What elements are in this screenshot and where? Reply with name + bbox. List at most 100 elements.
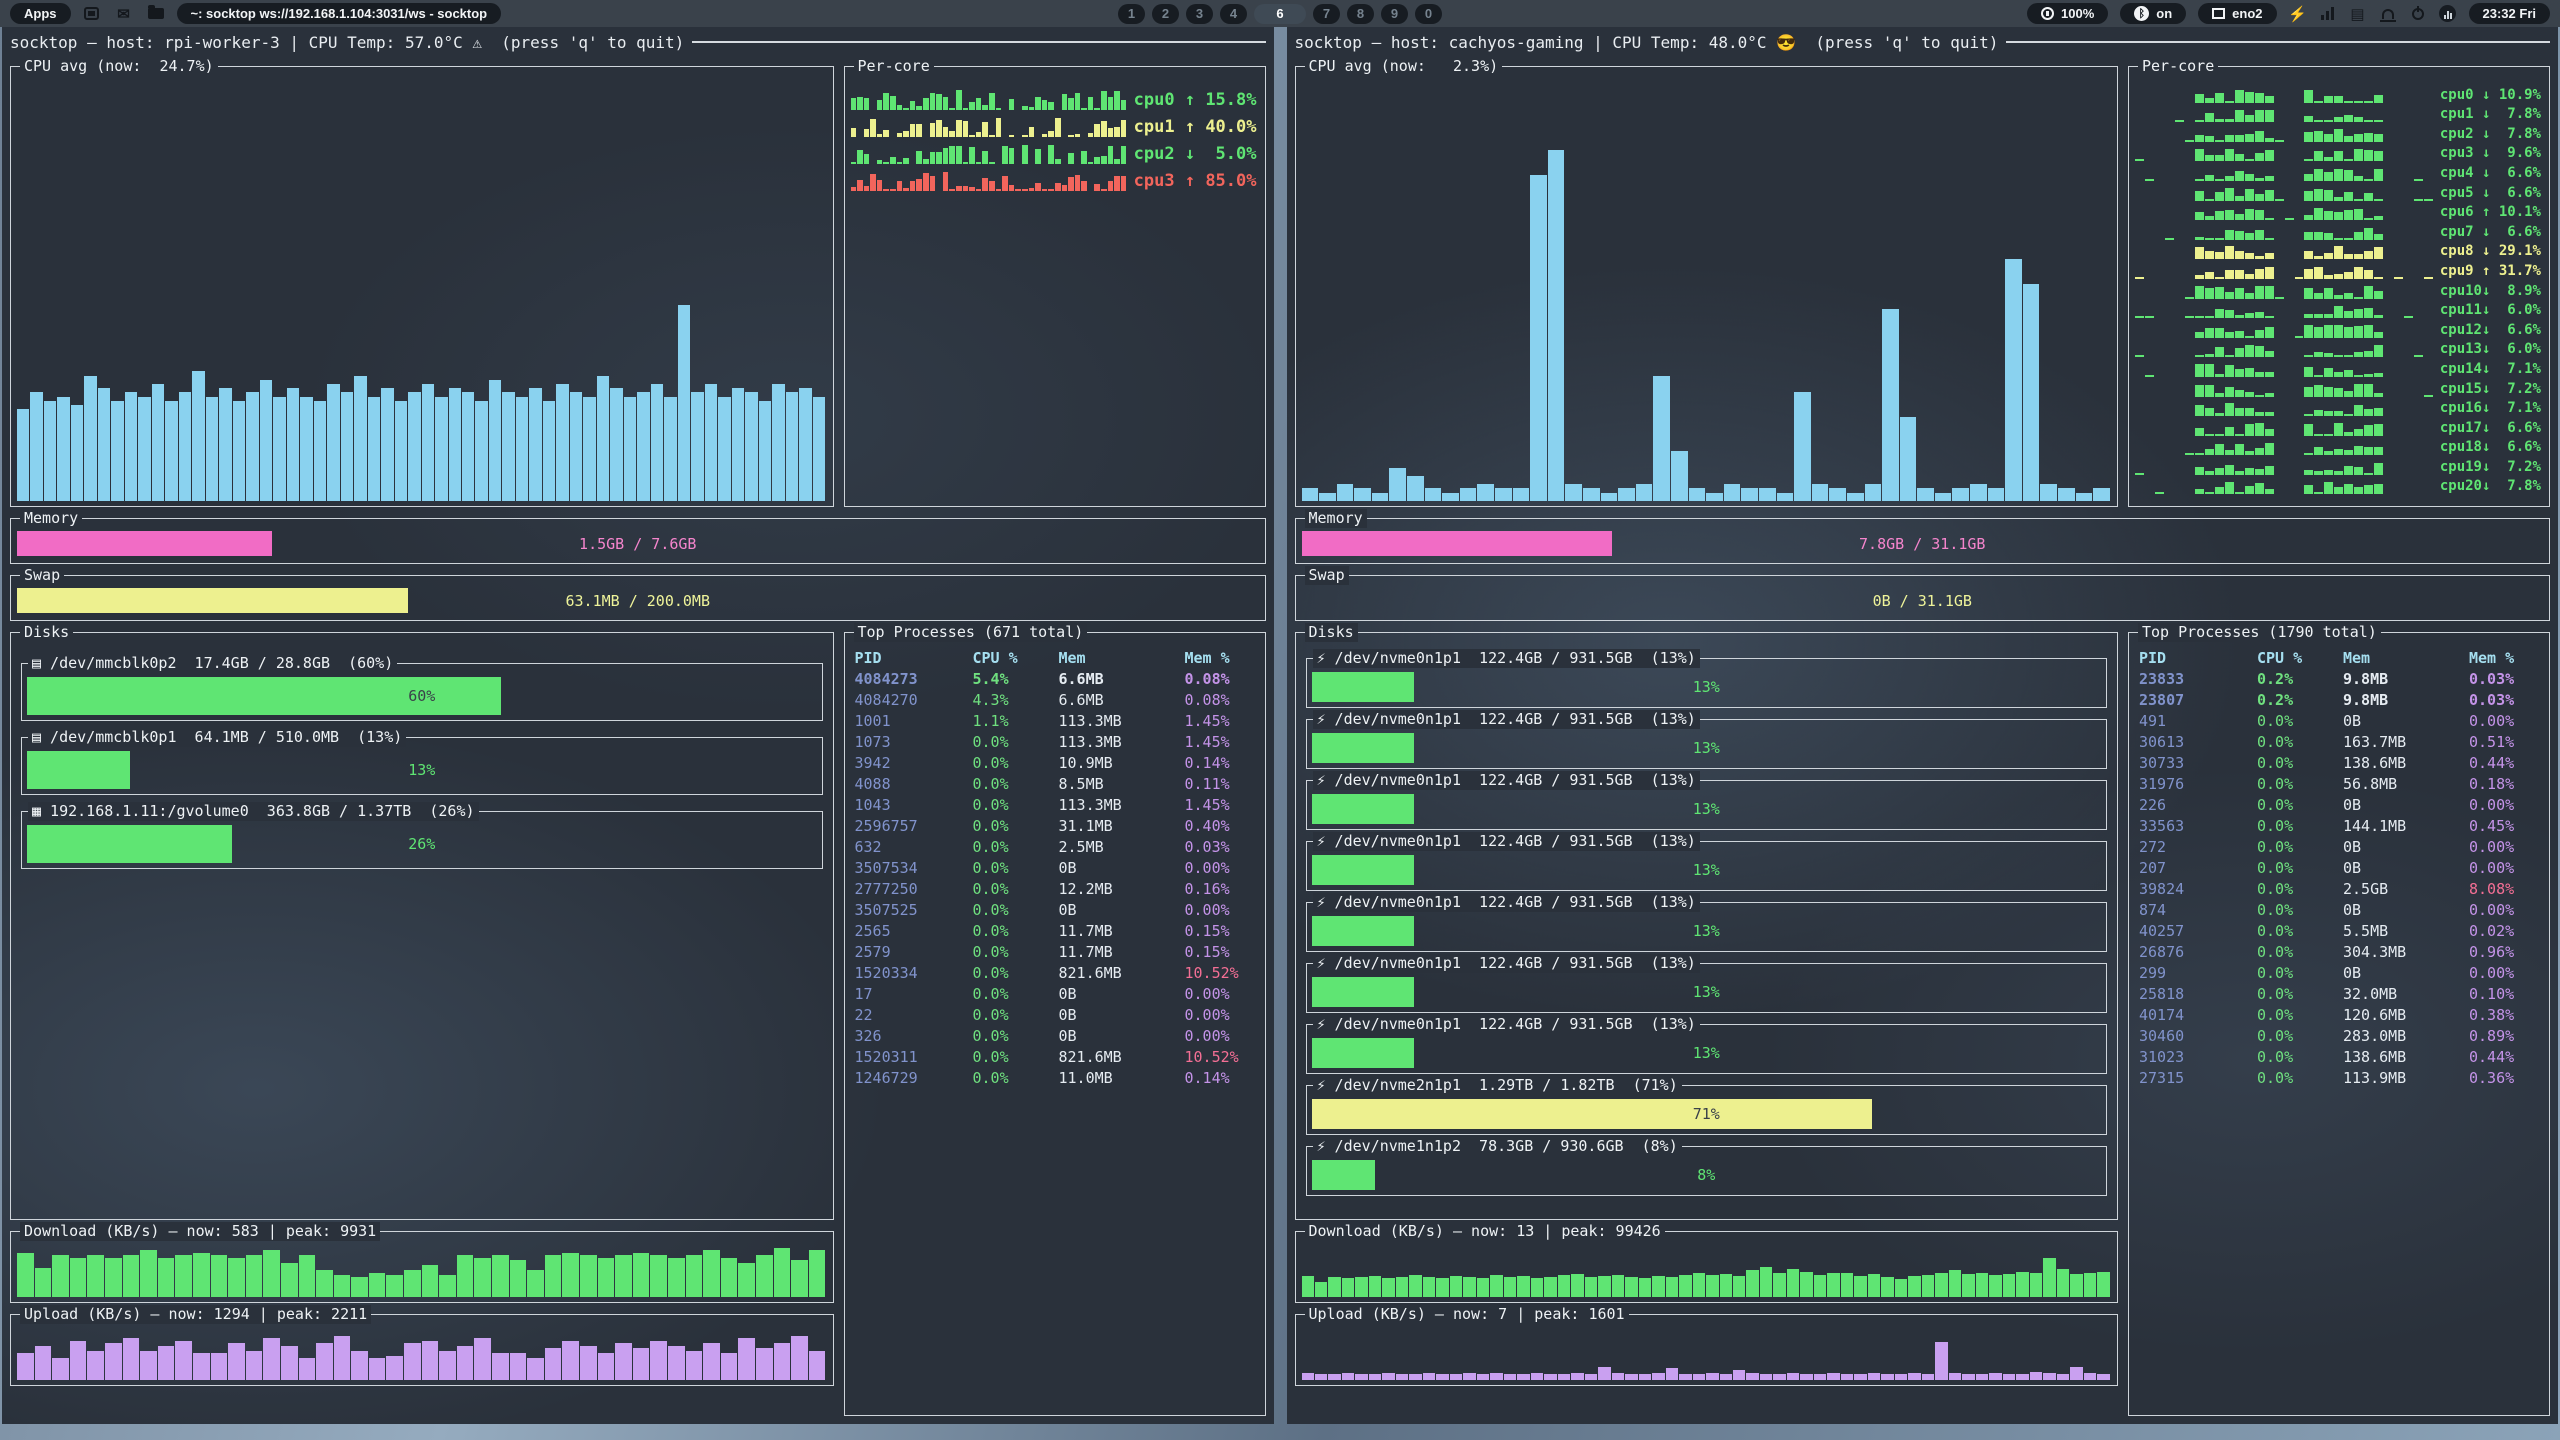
disk-usage-meter: 71% xyxy=(1312,1099,2102,1129)
chart-bar xyxy=(368,397,380,502)
volume-indicator[interactable]: 100% xyxy=(2027,3,2108,24)
terminal-left[interactable]: socktop — host: rpi-worker-3 | CPU Temp:… xyxy=(2,27,1274,1424)
chart-bar xyxy=(1989,1275,2001,1297)
network-indicator[interactable]: eno2 xyxy=(2198,3,2276,24)
disk-usage-percent: 71% xyxy=(1312,1099,2102,1129)
chart-bar xyxy=(772,384,784,501)
column-header: Mem % xyxy=(1185,649,1259,667)
chart-bar xyxy=(721,1258,738,1297)
chart-bar xyxy=(1504,1277,1516,1297)
core-label: cpu17↓ 6.6% xyxy=(2440,421,2541,436)
sparkline-bar xyxy=(2225,188,2234,200)
sparkline-bar xyxy=(2334,388,2343,396)
swap-title: Swap xyxy=(1305,566,1349,585)
mail-icon[interactable]: ✉ xyxy=(113,5,135,23)
process-cell: 2579 xyxy=(855,943,973,961)
core-row: cpu16↓ 7.1% xyxy=(2135,397,2541,417)
download-chart xyxy=(1302,1248,2112,1297)
window-icon[interactable] xyxy=(81,5,103,23)
workspace-7[interactable]: 7 xyxy=(1313,4,1340,24)
memory-panel: Memory 7.8GB / 31.1GB xyxy=(1295,518,2551,564)
process-cell: 1043 xyxy=(855,796,973,814)
sparkline-bar xyxy=(2344,484,2353,494)
terminal-right[interactable]: socktop — host: cachyos-gaming | CPU Tem… xyxy=(1287,27,2559,1424)
sparkline-bar xyxy=(2205,272,2214,279)
chart-bar xyxy=(1513,488,1530,501)
chart-bar xyxy=(2030,1372,2042,1380)
workspace-4[interactable]: 4 xyxy=(1220,4,1247,24)
sparkline-bar xyxy=(2364,485,2373,495)
disk-usage-percent: 13% xyxy=(1312,1038,2102,1068)
bluetooth-indicator[interactable]: ᛒon xyxy=(2120,3,2186,24)
disk-usage-percent: 13% xyxy=(1312,977,2102,1007)
bluetooth-state: on xyxy=(2156,6,2172,21)
focused-window-title[interactable]: ~: socktop ws://192.168.1.104:3031/ws - … xyxy=(177,3,502,24)
chart-bar xyxy=(1908,1373,1920,1380)
process-cell: 4084270 xyxy=(855,691,973,709)
sparkline-bar xyxy=(2205,328,2214,338)
sparkline-bar xyxy=(2225,210,2234,220)
workspace-6[interactable]: 6 xyxy=(1254,4,1306,24)
sparkline-bar xyxy=(2205,288,2214,298)
sparkline-bar xyxy=(2344,327,2353,338)
sparkline-bar xyxy=(943,172,949,191)
sparkline-bar xyxy=(1022,189,1028,191)
chart-bar xyxy=(1720,1274,1732,1297)
files-icon[interactable] xyxy=(145,5,167,23)
chart-bar xyxy=(1544,1374,1556,1380)
chart-bar xyxy=(246,1351,263,1380)
top-processes-title: Top Processes (671 total) xyxy=(854,623,1088,642)
sparkline-bar xyxy=(943,127,949,137)
power-icon[interactable] xyxy=(2409,5,2427,23)
workspace-3[interactable]: 3 xyxy=(1186,4,1213,24)
process-cell: 632 xyxy=(855,838,973,856)
sparkline-bar xyxy=(1075,175,1081,191)
sparkline-bar xyxy=(2374,291,2383,299)
process-cell: 0.10% xyxy=(2469,985,2543,1003)
chart-bar xyxy=(2043,1373,2055,1380)
memory-title: Memory xyxy=(1305,509,1367,528)
process-cell: 0.0% xyxy=(2257,880,2343,898)
chart-bar xyxy=(1598,1276,1610,1297)
clock[interactable]: 23:32 Fri xyxy=(2469,3,2550,24)
apps-button[interactable]: Apps xyxy=(10,3,71,24)
layers-icon[interactable]: ▤ xyxy=(2349,5,2367,23)
chart-bar xyxy=(809,1351,826,1380)
sparkline-bar xyxy=(2195,489,2204,495)
core-sparkline xyxy=(851,110,1128,137)
process-cell: 5.5MB xyxy=(2343,922,2469,940)
chart-bar xyxy=(738,1338,755,1380)
sparkline-bar xyxy=(2195,94,2204,102)
sparkline-bar xyxy=(2334,96,2343,103)
sparkline-bar xyxy=(1108,146,1114,164)
process-cell: 0.0% xyxy=(973,796,1059,814)
sparkline-bar xyxy=(963,121,969,137)
memory-usage: 7.8GB / 31.1GB xyxy=(1302,531,2544,556)
process-cell: 0.0% xyxy=(2257,817,2343,835)
process-row: 2070.0%0B0.00% xyxy=(2139,857,2543,878)
notifications-bell-icon[interactable] xyxy=(2379,5,2397,23)
process-cell: 27315 xyxy=(2139,1069,2257,1087)
workspace-1[interactable]: 1 xyxy=(1118,4,1145,24)
process-cell: 6.6MB xyxy=(1059,691,1185,709)
workspace-2[interactable]: 2 xyxy=(1152,4,1179,24)
sparkline-bar xyxy=(1081,151,1087,164)
system-monitor-icon[interactable] xyxy=(2439,5,2457,23)
chart-bar xyxy=(35,1346,52,1380)
workspace-0[interactable]: 0 xyxy=(1415,4,1442,24)
chart-bar xyxy=(1689,488,1706,501)
process-row: 40842704.3%6.6MB0.08% xyxy=(855,689,1259,710)
socktop-header: socktop — host: rpi-worker-3 | CPU Temp:… xyxy=(10,29,1266,55)
sparkline-bar xyxy=(949,146,955,164)
chart-bar xyxy=(633,1253,650,1297)
signal-bars-icon[interactable] xyxy=(2319,5,2337,23)
workspace-9[interactable]: 9 xyxy=(1381,4,1408,24)
disk-usage-percent: 13% xyxy=(1312,855,2102,885)
workspace-8[interactable]: 8 xyxy=(1347,4,1374,24)
chart-bar xyxy=(1548,150,1565,501)
process-cell: 32.0MB xyxy=(2343,985,2469,1003)
chart-bar xyxy=(1531,1373,1543,1380)
core-label: cpu3 ↓ 9.6% xyxy=(2440,146,2541,161)
sparkline-bar xyxy=(2374,247,2383,259)
power-profile-icon[interactable]: ⚡ xyxy=(2289,5,2307,23)
